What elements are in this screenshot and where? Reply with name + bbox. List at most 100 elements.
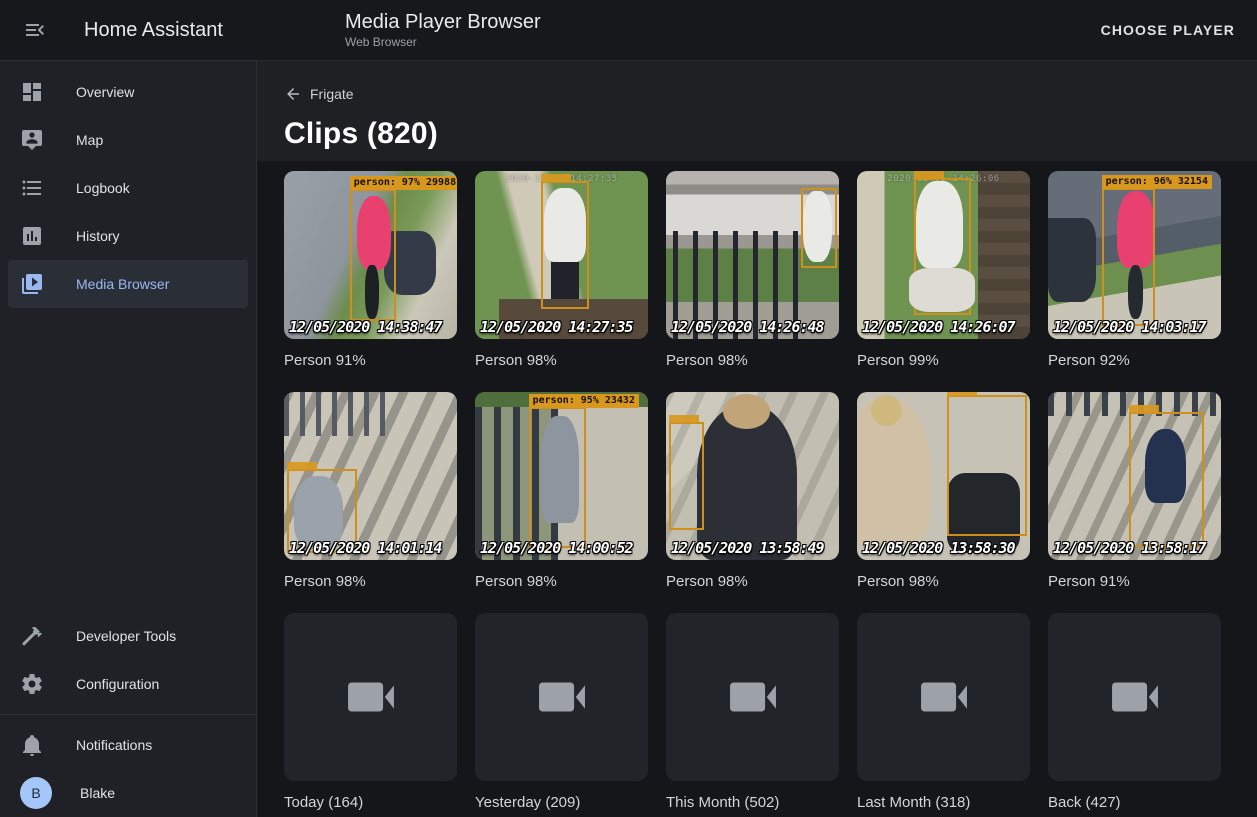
clip-timestamp-overlay: 12/05/2020 13:58:30 [862, 539, 1015, 557]
clip-label: Person 91% [1048, 572, 1221, 592]
gear-icon [20, 672, 44, 696]
folder-item-today-164: Today (164) [284, 613, 457, 817]
detection-bounding-box: person: 97% 29988 [350, 189, 397, 320]
detection-bounding-box [801, 188, 837, 269]
clip-item-person-98: person: 95% 23432 12/05/2020 14:00:52 Pe… [475, 392, 648, 613]
sidebar-item-overview[interactable]: Overview [8, 68, 248, 116]
clip-timestamp-overlay: 12/05/2020 14:26:48 [671, 318, 824, 336]
folder-tile[interactable] [1048, 613, 1221, 781]
video-camera-icon [915, 668, 973, 726]
breadcrumb-label: Frigate [310, 86, 354, 102]
clip-label: Person 98% [475, 351, 648, 371]
detection-tag: person: 96% 32154 [1102, 175, 1212, 189]
folder-label: This Month (502) [666, 793, 839, 813]
folder-tile[interactable] [284, 613, 457, 781]
clip-label: Person 98% [666, 572, 839, 592]
detection-bounding-box [1129, 412, 1203, 546]
clip-item-person-91: 12/05/2020 13:58:17 Person 91% [1048, 392, 1221, 613]
detection-bounding-box: person: 96% 32154 [1102, 188, 1156, 326]
sidebar-item-label: Overview [76, 84, 134, 100]
detection-mini-tag [914, 171, 944, 179]
sidebar-item-notifications[interactable]: Notifications [8, 721, 248, 769]
sidebar-header: Home Assistant [0, 9, 257, 51]
clip-timestamp-overlay: 12/05/2020 14:00:52 [480, 539, 633, 557]
view-dashboard-icon [20, 80, 44, 104]
detection-bounding-box [669, 422, 704, 530]
clip-timestamp-overlay: 12/05/2020 14:01:14 [289, 539, 442, 557]
clip-label: Person 98% [857, 572, 1030, 592]
breadcrumb[interactable]: Frigate [284, 85, 354, 103]
sidebar-item-developer-tools[interactable]: Developer Tools [8, 612, 248, 660]
detection-bounding-box: person: 95% 23432 [529, 407, 586, 548]
sidebar-item-label: Blake [80, 785, 115, 801]
folder-item-yesterday-209: Yesterday (209) [475, 613, 648, 817]
home-assistant-app: Home Assistant Media Player Browser Web … [0, 0, 1257, 817]
clip-item-person-98: 12/05/2020 13:58:49 Person 98% [666, 392, 839, 613]
folder-tile[interactable] [857, 613, 1030, 781]
media-browser-icon [20, 272, 44, 296]
detection-mini-tag [541, 174, 571, 182]
sidebar-item-label: History [76, 228, 120, 244]
page-header-title: Media Player Browser [345, 10, 541, 34]
clip-thumbnail[interactable]: person: 95% 23432 12/05/2020 14:00:52 [475, 392, 648, 560]
clip-label: Person 91% [284, 351, 457, 371]
sidebar-item-configuration[interactable]: Configuration [8, 660, 248, 708]
choose-player-button[interactable]: CHOOSE PLAYER [1089, 14, 1247, 46]
clip-thumbnail[interactable]: 2020-12-05 14:26:06 12/05/2020 14:26:07 [857, 171, 1030, 339]
video-camera-icon [342, 668, 400, 726]
clip-thumbnail[interactable]: 12/05/2020 13:58:17 [1048, 392, 1221, 560]
arrow-left-icon [284, 85, 302, 103]
clip-timestamp-overlay: 12/05/2020 13:58:49 [671, 539, 824, 557]
clip-thumbnail[interactable]: 12/05/2020 13:58:30 [857, 392, 1030, 560]
clip-timestamp-overlay: 12/05/2020 14:03:17 [1053, 318, 1206, 336]
logbook-list-icon [20, 176, 44, 200]
app-title: Home Assistant [84, 19, 223, 42]
page-header: Media Player Browser Web Browser [345, 10, 541, 50]
sidebar-item-label: Media Browser [76, 276, 169, 292]
folder-label: Back (427) [1048, 793, 1221, 813]
media-browser-panel: Frigate Clips (820) person: 97% 29988 12… [257, 60, 1257, 817]
sidebar-main-list: Overview Map Logbook History Media Brows… [0, 68, 256, 308]
clip-timestamp-overlay: 12/05/2020 14:38:47 [289, 318, 442, 336]
detection-bounding-box [541, 181, 589, 309]
clip-timestamp-overlay: 12/05/2020 13:58:17 [1053, 539, 1206, 557]
folders-grid: Today (164) Yesterday (209) This Month (… [284, 613, 1257, 817]
video-camera-icon [1106, 668, 1164, 726]
folder-item-last-month-318: Last Month (318) [857, 613, 1030, 817]
clip-thumbnail[interactable]: 12/05/2020 13:58:49 [666, 392, 839, 560]
clip-label: Person 98% [284, 572, 457, 592]
sidebar-item-map[interactable]: Map [8, 116, 248, 164]
video-camera-icon [724, 668, 782, 726]
clip-label: Person 98% [475, 572, 648, 592]
detection-bounding-box [947, 395, 1027, 536]
clips-grid: person: 97% 29988 12/05/2020 14:38:47 Pe… [284, 171, 1257, 613]
sidebar-item-logbook[interactable]: Logbook [8, 164, 248, 212]
sidebar-item-media-browser[interactable]: Media Browser [8, 260, 248, 308]
clip-item-person-91: person: 97% 29988 12/05/2020 14:38:47 Pe… [284, 171, 457, 392]
folder-tile[interactable] [475, 613, 648, 781]
clip-label: Person 99% [857, 351, 1030, 371]
sidebar: Overview Map Logbook History Media Brows… [0, 60, 257, 817]
person-figure [916, 181, 963, 268]
media-browser-content: person: 97% 29988 12/05/2020 14:38:47 Pe… [257, 161, 1257, 817]
clip-thumbnail[interactable]: 2020-12-05 14:27:35 12/05/2020 14:27:35 [475, 171, 648, 339]
media-browser-header: Frigate Clips (820) [257, 61, 1257, 161]
clip-item-person-98: 12/05/2020 14:01:14 Person 98% [284, 392, 457, 613]
detection-tag: person: 95% 23432 [529, 394, 639, 408]
folder-item-back-427: Back (427) [1048, 613, 1221, 817]
menu-open-icon[interactable] [14, 9, 56, 51]
sidebar-item-history[interactable]: History [8, 212, 248, 260]
page-title: Clips (820) [284, 117, 1233, 151]
detection-mini-tag [1129, 405, 1159, 413]
folder-label: Last Month (318) [857, 793, 1030, 813]
clip-thumbnail[interactable]: person: 96% 32154 12/05/2020 14:03:17 [1048, 171, 1221, 339]
folder-label: Today (164) [284, 793, 457, 813]
folder-tile[interactable] [666, 613, 839, 781]
sidebar-item-label: Notifications [76, 737, 152, 753]
clip-thumbnail[interactable]: 12/05/2020 14:01:14 [284, 392, 457, 560]
map-account-icon [20, 128, 44, 152]
clip-thumbnail[interactable]: 12/05/2020 14:26:48 [666, 171, 839, 339]
sidebar-item-label: Map [76, 132, 103, 148]
clip-thumbnail[interactable]: person: 97% 29988 12/05/2020 14:38:47 [284, 171, 457, 339]
sidebar-item-profile[interactable]: B Blake [8, 769, 248, 817]
